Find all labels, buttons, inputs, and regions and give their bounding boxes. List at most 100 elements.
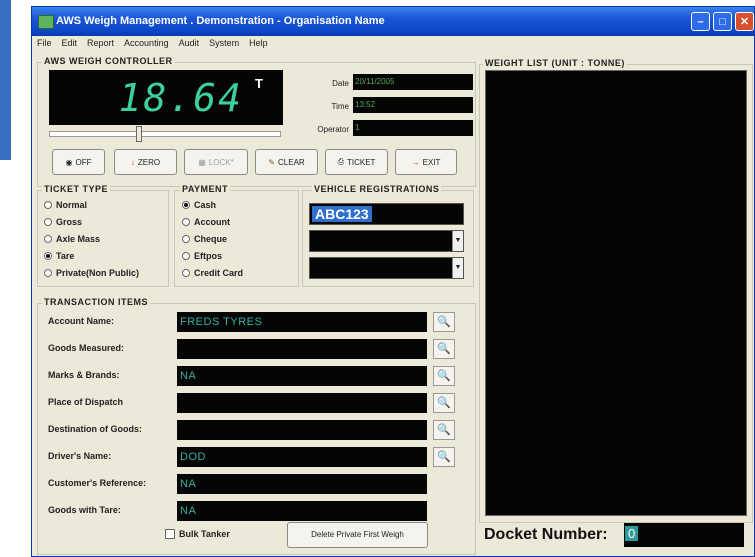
ticket-type-gross[interactable]: Gross	[44, 217, 82, 227]
payment-option-label: Account	[194, 217, 230, 227]
vehicle-reg-1-value: ABC123	[312, 206, 372, 222]
off-label: OFF	[75, 157, 92, 167]
customer-reference-field[interactable]: NA	[177, 474, 427, 494]
dropdown-arrow-icon[interactable]: ▼	[452, 231, 463, 251]
account-name-label: Account Name:	[48, 316, 115, 326]
account-name-field[interactable]: FREDS TYRES	[177, 312, 427, 332]
power-icon: ◉	[65, 157, 73, 167]
marks-brands-field[interactable]: NA	[177, 366, 427, 386]
ticket-type-option-label: Normal	[56, 200, 88, 210]
goods-measured-field[interactable]	[177, 339, 427, 359]
exit-label: EXIT	[422, 157, 441, 167]
driver-name-label: Driver's Name:	[48, 451, 112, 461]
checkbox-icon[interactable]	[165, 529, 175, 539]
menu-report[interactable]: Report	[82, 36, 119, 48]
radio-icon	[44, 201, 52, 209]
menu-audit[interactable]: Audit	[174, 36, 205, 48]
driver-name-search-icon[interactable]: 🔍	[433, 447, 455, 467]
menu-help[interactable]: Help	[244, 36, 273, 48]
ticket-type-option-label: Axle Mass	[56, 234, 101, 244]
slider-thumb[interactable]	[135, 126, 142, 142]
radio-icon	[44, 235, 52, 243]
radio-icon	[182, 235, 190, 243]
destination-search-icon[interactable]: 🔍	[433, 420, 455, 440]
menu-bar: File Edit Report Accounting Audit System Help	[32, 36, 754, 52]
payment-cheque[interactable]: Cheque	[182, 234, 227, 244]
zero-button[interactable]: ↓ ZERO	[114, 149, 177, 175]
goods-with-tare-field[interactable]: NA	[177, 501, 427, 521]
time-label: Time	[331, 102, 349, 111]
payment-eftpos[interactable]: Eftpos	[182, 251, 222, 261]
clear-button[interactable]: ✎ CLEAR	[255, 149, 318, 175]
payment-option-label: Cheque	[194, 234, 228, 244]
docket-number-field[interactable]: 0	[624, 523, 744, 547]
radio-icon	[44, 218, 52, 226]
time-value: 13:52	[353, 97, 473, 113]
weight-slider[interactable]	[49, 126, 281, 142]
weight-reading: 18.64	[118, 76, 243, 120]
lock-label: LOCK*	[208, 157, 234, 167]
goods-measured-search-icon[interactable]: 🔍	[433, 339, 455, 359]
weigh-controller-label: AWS WEIGH CONTROLLER	[42, 56, 175, 66]
place-of-dispatch-field[interactable]	[177, 393, 427, 413]
ticket-type-label: TICKET TYPE	[42, 184, 111, 194]
payment-cash[interactable]: Cash	[182, 200, 216, 210]
vehicle-label: VEHICLE REGISTRATIONS	[312, 184, 442, 194]
zero-label: ZERO	[137, 157, 161, 167]
payment-credit-card[interactable]: Credit Card	[182, 268, 243, 278]
menu-system[interactable]: System	[204, 36, 244, 48]
app-icon	[38, 15, 54, 29]
operator-label: Operator	[317, 125, 349, 134]
place-of-dispatch-label: Place of Dispatch	[48, 397, 124, 407]
title-bar[interactable]: AWS Weigh Management . Demonstration - O…	[32, 7, 754, 36]
destination-label: Destination of Goods:	[48, 424, 142, 434]
close-button[interactable]: ✕	[735, 12, 754, 31]
menu-file[interactable]: File	[32, 36, 57, 48]
radio-selected-icon	[182, 201, 190, 209]
payment-label: PAYMENT	[180, 184, 231, 194]
date-value: 20/11/2005	[353, 74, 473, 90]
account-name-search-icon[interactable]: 🔍	[433, 312, 455, 332]
ticket-type-private[interactable]: Private(Non Public)	[44, 268, 139, 278]
bulk-tanker-checkbox[interactable]: Bulk Tanker	[165, 529, 230, 539]
delete-private-first-weigh-button[interactable]: Delete Private First Weigh	[287, 522, 428, 548]
payment-option-label: Credit Card	[194, 268, 244, 278]
ticket-type-tare[interactable]: Tare	[44, 251, 74, 261]
place-of-dispatch-search-icon[interactable]: 🔍	[433, 393, 455, 413]
brush-icon: ✎	[268, 157, 275, 167]
radio-icon	[182, 218, 190, 226]
lock-button[interactable]: ▦ LOCK*	[184, 149, 248, 175]
docket-number-value: 0	[625, 526, 639, 541]
docket-number-label: Docket Number:	[484, 526, 608, 543]
radio-icon	[182, 269, 190, 277]
ticket-type-normal[interactable]: Normal	[44, 200, 87, 210]
minimize-button[interactable]: –	[691, 12, 710, 31]
dropdown-arrow-icon[interactable]: ▼	[452, 258, 463, 278]
weight-unit: T	[255, 76, 263, 91]
goods-with-tare-label: Goods with Tare:	[48, 505, 121, 515]
driver-name-field[interactable]: DOD	[177, 447, 427, 467]
weight-list[interactable]	[485, 70, 747, 516]
transaction-label: TRANSACTION ITEMS	[42, 297, 150, 307]
background-blue-strip	[0, 0, 11, 160]
destination-field[interactable]	[177, 420, 427, 440]
ticket-label: TICKET	[346, 157, 376, 167]
menu-accounting[interactable]: Accounting	[119, 36, 174, 48]
menu-edit[interactable]: Edit	[57, 36, 83, 48]
radio-icon	[182, 252, 190, 260]
bulk-tanker-label: Bulk Tanker	[179, 529, 230, 539]
vehicle-reg-1-input[interactable]: ABC123	[309, 203, 464, 225]
off-button[interactable]: ◉ OFF	[52, 149, 105, 175]
vehicle-reg-2-select[interactable]: ▼	[309, 230, 464, 252]
maximize-button[interactable]: □	[713, 12, 732, 31]
payment-account[interactable]: Account	[182, 217, 230, 227]
ticket-button[interactable]: ⎙ TICKET	[325, 149, 388, 175]
marks-brands-search-icon[interactable]: 🔍	[433, 366, 455, 386]
vehicle-reg-3-select[interactable]: ▼	[309, 257, 464, 279]
radio-icon	[44, 269, 52, 277]
payment-option-label: Cash	[194, 200, 217, 210]
exit-button[interactable]: → EXIT	[395, 149, 457, 175]
clear-label: CLEAR	[278, 157, 305, 167]
ticket-type-axle-mass[interactable]: Axle Mass	[44, 234, 100, 244]
customer-reference-label: Customer's Reference:	[48, 478, 147, 488]
